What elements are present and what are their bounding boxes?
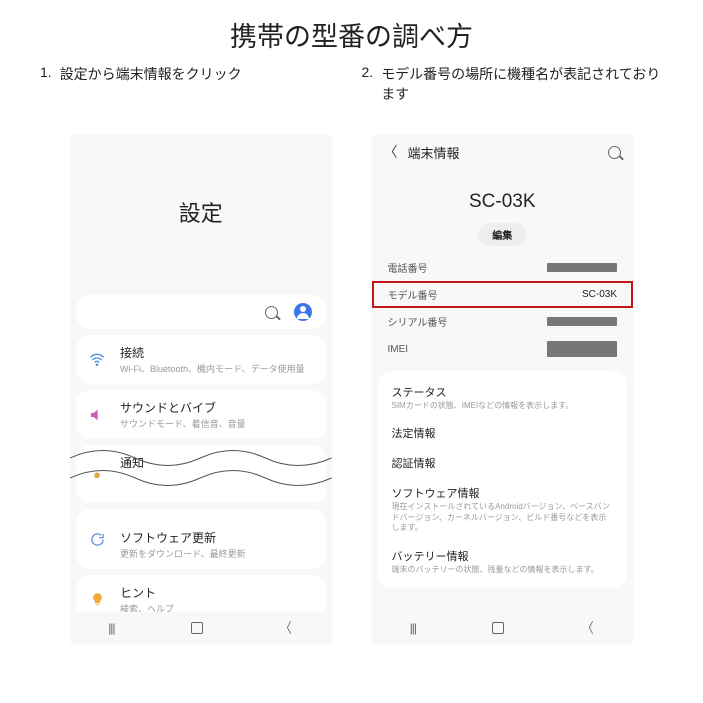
android-nav-bar: ||| 〈	[372, 612, 634, 644]
kv-value: SC-03K	[582, 289, 617, 300]
settings-item-title: サウンドとバイブ	[120, 399, 314, 416]
wifi-icon	[89, 352, 105, 368]
sound-icon	[89, 407, 105, 423]
nav-recent-button[interactable]: |||	[108, 621, 114, 635]
section-sub: SIMカードの状態、IMEIなどの情報を表示します。	[392, 401, 614, 411]
settings-item-title: ソフトウェア更新	[120, 529, 314, 546]
settings-item-sub: サウンドモード、着信音、音量	[120, 417, 314, 430]
section-status[interactable]: ステータス SIMカードの状態、IMEIなどの情報を表示します。	[388, 377, 618, 418]
section-battery[interactable]: バッテリー情報 端末のバッテリーの状態、残量などの情報を表示します。	[388, 541, 618, 582]
steps-row: 1. 設定から端末情報をクリック 2. モデル番号の場所に機種名が表記されており…	[0, 64, 703, 104]
account-icon[interactable]	[294, 303, 312, 321]
step-2: 2. モデル番号の場所に機種名が表記されております	[362, 64, 664, 104]
device-model-name: SC-03K	[372, 191, 634, 213]
redacted-value	[547, 317, 617, 326]
settings-item-connections[interactable]: 接続 Wi-Fi、Bluetooth、機内モード、データ使用量	[76, 335, 326, 384]
device-model-block: SC-03K 編集	[372, 191, 634, 246]
section-sub: 端末のバッテリーの状態、残量などの情報を表示します。	[392, 565, 614, 575]
nav-home-button[interactable]	[492, 622, 504, 634]
section-software[interactable]: ソフトウェア情報 現在インストールされているAndroidバージョン、ベースバン…	[388, 478, 618, 540]
bell-icon: ●	[89, 466, 105, 482]
search-icon[interactable]	[608, 146, 621, 159]
settings-item-notifications[interactable]: ● 通知	[76, 445, 326, 503]
step-number: 1.	[40, 64, 52, 80]
kv-label: 電話番号	[388, 260, 428, 275]
section-sub: 現在インストールされているAndroidバージョン、ベースバンドバージョン、カー…	[392, 502, 614, 533]
kv-label: モデル番号	[388, 287, 438, 302]
settings-item-title: ヒント	[120, 584, 314, 601]
settings-header-title: 設定	[179, 196, 223, 228]
android-nav-bar: ||| 〈	[70, 612, 332, 644]
back-icon[interactable]: 〈	[384, 142, 398, 162]
nav-home-button[interactable]	[191, 622, 203, 634]
nav-recent-button[interactable]: |||	[410, 621, 416, 635]
step-number: 2.	[362, 64, 374, 80]
device-info-top-bar: 〈 端末情報	[372, 134, 634, 166]
kv-serial-number[interactable]: シリアル番号	[372, 308, 634, 335]
section-title: 法定情報	[392, 425, 614, 441]
section-legal[interactable]: 法定情報	[388, 418, 618, 448]
device-info-title: 端末情報	[408, 143, 460, 162]
settings-item-title: 通知	[120, 454, 314, 471]
nav-back-button[interactable]: 〈	[582, 618, 593, 638]
kv-label: IMEI	[388, 344, 409, 355]
kv-label: シリアル番号	[388, 314, 448, 329]
search-icon[interactable]	[265, 306, 278, 319]
settings-item-sound[interactable]: サウンドとバイブ サウンドモード、着信音、音量	[76, 390, 326, 439]
settings-search-row	[76, 295, 326, 329]
section-title: バッテリー情報	[392, 548, 614, 564]
section-title: 認証情報	[392, 455, 614, 471]
phone-screenshot-device-info: 〈 端末情報 SC-03K 編集 電話番号 モデル番号 SC-03K シリアル番…	[372, 134, 634, 644]
settings-header: 設定	[70, 134, 332, 289]
device-info-sections: ステータス SIMカードの状態、IMEIなどの情報を表示します。 法定情報 認証…	[378, 371, 628, 588]
settings-item-sub: Wi-Fi、Bluetooth、機内モード、データ使用量	[120, 362, 314, 375]
kv-imei[interactable]: IMEI	[372, 335, 634, 363]
nav-back-button[interactable]: 〈	[281, 618, 292, 638]
step-text: モデル番号の場所に機種名が表記されております	[381, 64, 663, 104]
kv-model-number[interactable]: モデル番号 SC-03K	[372, 281, 634, 308]
phone-screenshot-settings: 設定 接続 Wi-Fi、Bluetooth、機内モード、データ使用量 サウンドと…	[70, 134, 332, 644]
settings-item-title: 接続	[120, 344, 314, 361]
edit-button[interactable]: 編集	[478, 223, 526, 246]
section-title: ソフトウェア情報	[392, 485, 614, 501]
step-text: 設定から端末情報をクリック	[60, 64, 342, 84]
lightbulb-icon	[89, 592, 105, 608]
page-title: 携帯の型番の調べ方	[0, 0, 703, 64]
kv-phone-number[interactable]: 電話番号	[372, 254, 634, 281]
settings-item-sub: 更新をダウンロード、最終更新	[120, 547, 314, 560]
section-title: ステータス	[392, 384, 614, 400]
redacted-value	[547, 341, 617, 357]
section-certification[interactable]: 認証情報	[388, 448, 618, 478]
update-icon	[89, 531, 105, 547]
step-1: 1. 設定から端末情報をクリック	[40, 64, 342, 104]
redacted-value	[547, 263, 617, 272]
settings-item-software-update[interactable]: ソフトウェア更新 更新をダウンロード、最終更新	[76, 509, 326, 569]
